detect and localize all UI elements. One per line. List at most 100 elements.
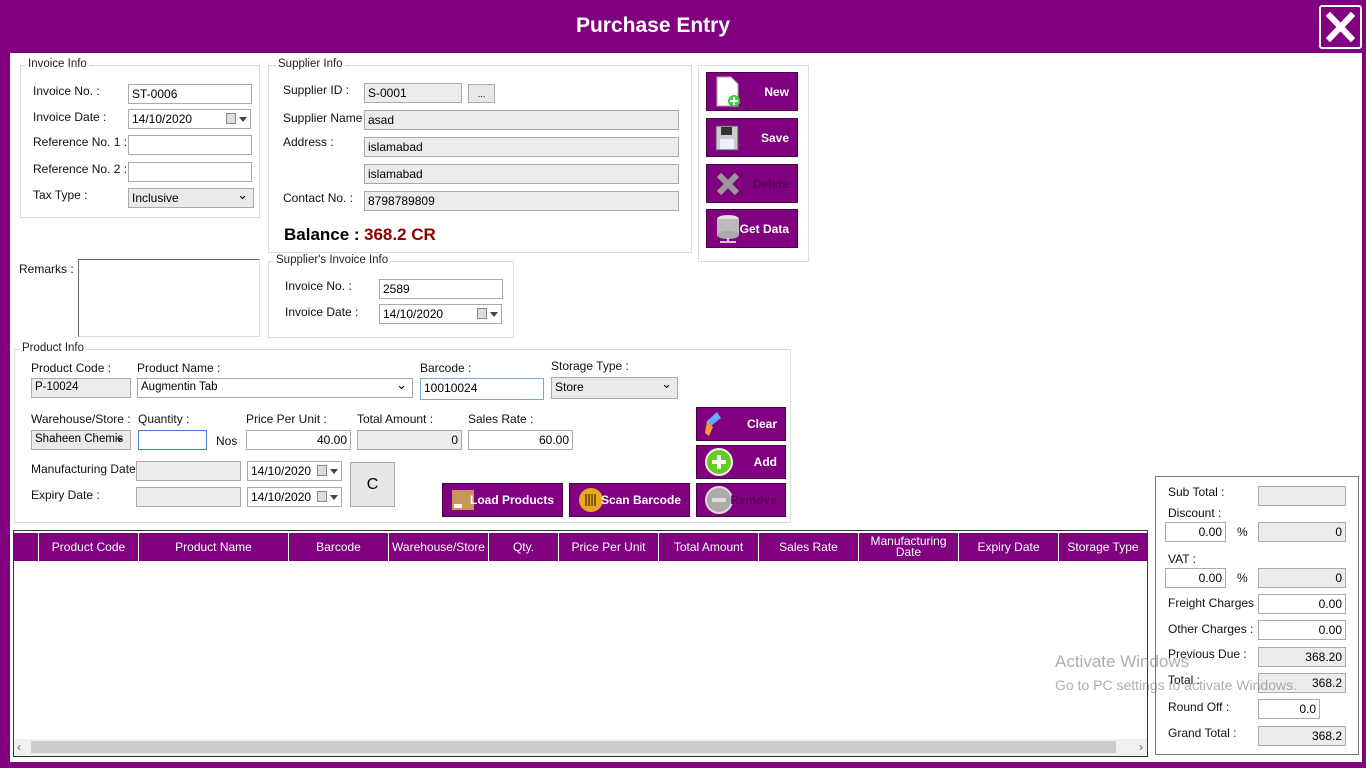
mfg-date-text[interactable] (136, 461, 241, 481)
scan-barcode-button[interactable]: Scan Barcode (569, 483, 690, 517)
col-product-code[interactable]: Product Code (39, 533, 139, 561)
activate-windows-subtitle: Go to PC settings to activate Windows. (1055, 677, 1297, 693)
sub-total-label: Sub Total : (1168, 485, 1225, 499)
col-mfg-date[interactable]: Manufacturing Date (859, 533, 959, 561)
expiry-date-picker[interactable]: 14/10/2020 (247, 487, 342, 507)
add-button[interactable]: Add (696, 445, 786, 479)
product-name-select[interactable]: Augmentin Tab (137, 378, 413, 398)
tax-type-select[interactable]: Inclusive (128, 188, 254, 208)
discount-pct-input[interactable]: 0.00 (1165, 522, 1226, 542)
warehouse-select[interactable]: Shaheen Chemis (31, 430, 131, 450)
new-button[interactable]: New (706, 72, 798, 111)
round-off-input[interactable]: 0.0 (1258, 699, 1320, 719)
col-qty[interactable]: Qty. (489, 533, 559, 561)
col-total-amount[interactable]: Total Amount (659, 533, 759, 561)
total-amount-input[interactable]: 0 (357, 430, 462, 450)
save-label: Save (760, 130, 789, 145)
grand-total-label: Grand Total : (1168, 726, 1237, 740)
address-label: Address : (283, 135, 334, 149)
invoice-date-picker[interactable]: 14/10/2020 (128, 109, 251, 129)
balance-value: 368.2 CR (364, 225, 436, 244)
calendar-icon (226, 113, 236, 124)
supplier-id-label: Supplier ID : (283, 83, 350, 97)
barcode-input[interactable]: 10010024 (420, 378, 544, 400)
mfg-date-value: 14/10/2020 (251, 464, 312, 478)
price-input[interactable]: 40.00 (246, 430, 351, 450)
col-sales-rate[interactable]: Sales Rate (759, 533, 859, 561)
load-products-label: Load Products (469, 493, 554, 507)
get-data-button[interactable]: Get Data (706, 209, 798, 248)
close-button[interactable] (1319, 5, 1362, 49)
invoice-no-input[interactable]: ST-0006 (128, 84, 252, 104)
remove-circle-icon (705, 486, 733, 514)
save-button[interactable]: Save (706, 118, 798, 157)
round-off-label: Round Off : (1168, 700, 1230, 714)
address-line2-input[interactable]: islamabad (364, 164, 679, 184)
clear-button[interactable]: Clear (696, 407, 786, 441)
freight-input[interactable]: 0.00 (1258, 594, 1346, 614)
remarks-textarea[interactable] (78, 259, 260, 337)
browse-supplier-button[interactable]: ... (468, 84, 495, 103)
ref2-input[interactable] (128, 162, 252, 182)
load-products-button[interactable]: Load Products (442, 483, 563, 517)
calendar-icon (477, 308, 487, 319)
tax-type-label: Tax Type : (33, 188, 88, 202)
sub-total-input[interactable] (1258, 486, 1346, 506)
previous-due-input[interactable]: 368.20 (1258, 647, 1346, 667)
supplier-invoice-legend: Supplier's Invoice Info (274, 254, 391, 266)
address-line1-input[interactable]: islamabad (364, 137, 679, 157)
vat-amount-input[interactable]: 0 (1258, 568, 1346, 588)
supplier-name-input[interactable]: asad (364, 110, 679, 130)
product-info-legend: Product Info (20, 342, 87, 354)
database-icon (717, 214, 739, 243)
dropdown-arrow-icon (330, 495, 338, 504)
ref2-label: Reference No. 2 : (33, 162, 128, 176)
col-price[interactable]: Price Per Unit (559, 533, 659, 561)
supplier-invoice-no-input[interactable]: 2589 (379, 279, 503, 299)
mfg-date-picker[interactable]: 14/10/2020 (247, 461, 342, 481)
sales-rate-input[interactable]: 60.00 (468, 430, 573, 450)
discount-amount-input[interactable]: 0 (1258, 522, 1346, 542)
col-warehouse[interactable]: Warehouse/Store (389, 533, 489, 561)
col-expiry-date[interactable]: Expiry Date (959, 533, 1059, 561)
col-storage-type[interactable]: Storage Type (1059, 533, 1147, 561)
grand-total-input[interactable]: 368.2 (1258, 726, 1346, 746)
dropdown-arrow-icon (490, 312, 498, 321)
invoice-no-label: Invoice No. : (33, 84, 100, 98)
calendar-icon (317, 465, 327, 476)
product-name-label: Product Name : (137, 361, 221, 375)
expiry-date-text[interactable] (136, 487, 241, 507)
col-barcode[interactable]: Barcode (289, 533, 389, 561)
products-grid[interactable]: Product Code Product Name Barcode Wareho… (13, 530, 1148, 757)
storage-type-label: Storage Type : (551, 359, 629, 373)
col-product-name[interactable]: Product Name (139, 533, 289, 561)
scroll-right-icon[interactable]: › (1139, 740, 1143, 754)
mfg-date-label: Manufacturing Date : (31, 462, 143, 476)
delete-label: Delete (752, 176, 789, 191)
product-code-input[interactable]: P-10024 (31, 378, 131, 398)
scrollbar-thumb[interactable] (31, 741, 1116, 753)
clear-dates-button[interactable]: C (350, 462, 395, 507)
remove-button[interactable]: Remove (696, 483, 786, 517)
ref1-input[interactable] (128, 135, 252, 155)
delete-button[interactable]: Delete (706, 164, 798, 203)
other-charges-input[interactable]: 0.00 (1258, 620, 1346, 640)
broom-icon (705, 412, 721, 436)
invoice-info-legend: Invoice Info (26, 58, 89, 70)
expiry-date-label: Expiry Date : (31, 488, 100, 502)
dropdown-arrow-icon (239, 117, 247, 126)
scroll-left-icon[interactable]: ‹ (17, 740, 21, 754)
horizontal-scrollbar[interactable]: ‹ › (14, 739, 1147, 756)
storage-type-select[interactable]: Store (551, 377, 678, 399)
quantity-input[interactable] (138, 430, 207, 450)
vat-pct-input[interactable]: 0.00 (1165, 568, 1226, 588)
dropdown-arrow-icon (330, 469, 338, 478)
supplier-invoice-date-picker[interactable]: 14/10/2020 (379, 304, 502, 324)
discount-pct-sign: % (1237, 525, 1248, 539)
supplier-id-input[interactable]: S-0001 (364, 83, 462, 103)
new-label: New (764, 84, 789, 99)
add-label: Add (753, 455, 777, 469)
contact-input[interactable]: 8798789809 (364, 191, 679, 211)
invoice-date-label: Invoice Date : (33, 110, 107, 124)
total-amount-label: Total Amount : (357, 412, 434, 426)
